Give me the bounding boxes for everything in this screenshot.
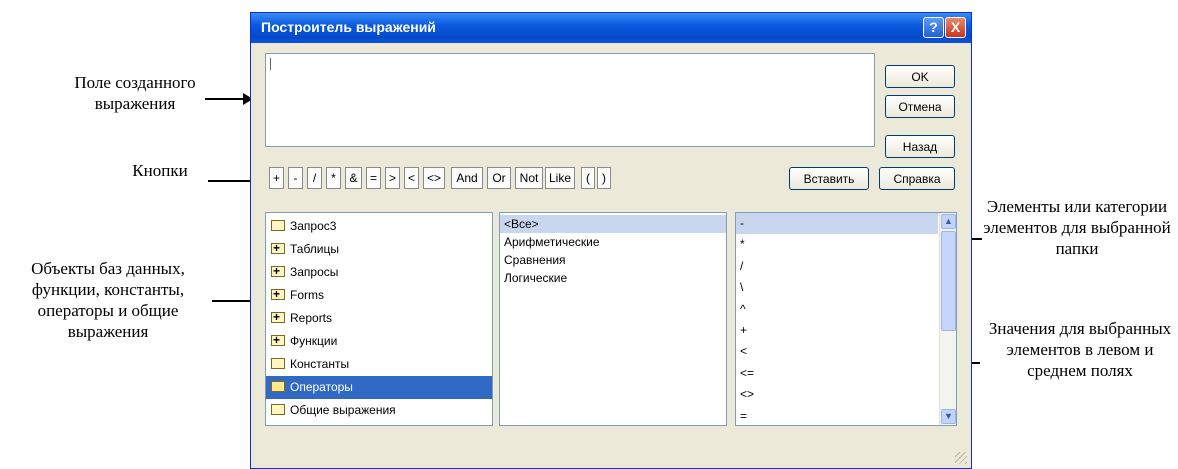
annotation-values: Значения для выбранных элементов в левом… <box>988 319 1172 380</box>
operator-button-or[interactable]: Or <box>487 167 511 189</box>
value-item[interactable]: + <box>736 320 938 341</box>
dialog-title: Построитель выражений <box>261 19 436 35</box>
title-bar[interactable]: Построитель выражений ? X <box>251 13 971 43</box>
arrow-expression-field <box>205 93 253 105</box>
values-list[interactable]: - * / \ ^ + < <= <> = > ▲ ▼ <box>735 212 957 426</box>
annotation-elements: Элементы или категории элементов для выб… <box>983 197 1171 258</box>
values-scrollbar[interactable]: ▲ ▼ <box>939 213 956 425</box>
value-item[interactable]: / <box>736 256 938 277</box>
scroll-thumb[interactable] <box>941 231 956 331</box>
objects-list[interactable]: Запрос3 Таблицы Запросы Forms Reports Фу… <box>265 212 493 426</box>
folder-item-constants[interactable]: Константы <box>266 353 492 376</box>
resize-grip-icon[interactable] <box>955 452 967 464</box>
operator-button-ampersand[interactable]: & <box>345 167 362 189</box>
help-button[interactable]: Справка <box>879 167 955 190</box>
operator-button-close-paren[interactable]: ) <box>597 167 611 189</box>
folder-item-common-expressions[interactable]: Общие выражения <box>266 399 492 422</box>
operator-button-plus[interactable]: + <box>269 167 284 189</box>
operator-button-like[interactable]: Like <box>545 167 575 189</box>
operator-button-less[interactable]: < <box>404 167 419 189</box>
insert-button[interactable]: Вставить <box>789 167 869 190</box>
value-item[interactable]: \ <box>736 277 938 298</box>
folder-icon <box>271 358 285 369</box>
operator-button-equals[interactable]: = <box>366 167 381 189</box>
category-item-comparison[interactable]: Сравнения <box>500 251 726 269</box>
value-item[interactable]: <> <box>736 384 938 405</box>
help-icon[interactable]: ? <box>923 17 944 38</box>
back-button[interactable]: Назад <box>885 135 955 158</box>
folder-item-operators[interactable]: Операторы <box>266 376 492 399</box>
operator-button-minus[interactable]: - <box>288 167 303 189</box>
operator-button-not-equal[interactable]: <> <box>423 167 445 189</box>
value-item[interactable]: <= <box>736 363 938 384</box>
category-item-arithmetic[interactable]: Арифметические <box>500 233 726 251</box>
scroll-up-icon[interactable]: ▲ <box>941 214 956 229</box>
expression-builder-dialog: Построитель выражений ? X OK Отмена Наза… <box>250 12 972 469</box>
text-caret <box>270 58 271 70</box>
folder-item-query3[interactable]: Запрос3 <box>266 215 492 238</box>
operator-button-greater[interactable]: > <box>385 167 400 189</box>
value-item[interactable]: < <box>736 341 938 362</box>
folder-item-reports[interactable]: Reports <box>266 306 492 330</box>
categories-list[interactable]: <Все> Арифметические Сравнения Логически… <box>499 212 727 426</box>
folder-item-functions[interactable]: Функции <box>266 329 492 353</box>
folder-plus-icon <box>271 260 285 283</box>
ok-button[interactable]: OK <box>885 65 955 88</box>
cancel-button[interactable]: Отмена <box>885 95 955 118</box>
expression-input[interactable] <box>265 53 875 147</box>
folder-icon <box>271 404 285 415</box>
value-item[interactable]: * <box>736 234 938 255</box>
operator-button-not[interactable]: Not <box>515 167 543 189</box>
close-icon[interactable]: X <box>945 17 966 38</box>
folder-plus-icon <box>271 237 285 260</box>
category-item-all[interactable]: <Все> <box>500 215 726 233</box>
value-item[interactable]: ^ <box>736 299 938 320</box>
value-item[interactable]: = <box>736 406 938 425</box>
folder-item-forms[interactable]: Forms <box>266 283 492 307</box>
folder-item-tables[interactable]: Таблицы <box>266 237 492 261</box>
folder-plus-icon <box>271 283 285 306</box>
operator-button-open-paren[interactable]: ( <box>581 167 595 189</box>
annotation-objects: Объекты баз данных, функции, константы, … <box>31 259 185 341</box>
value-item[interactable]: - <box>736 213 938 235</box>
scroll-down-icon[interactable]: ▼ <box>941 409 956 424</box>
folder-plus-icon <box>271 306 285 329</box>
operator-button-divide[interactable]: / <box>307 167 322 189</box>
annotation-buttons: Кнопки <box>132 161 188 180</box>
operator-button-multiply[interactable]: * <box>326 167 341 189</box>
folder-item-queries[interactable]: Запросы <box>266 260 492 284</box>
annotation-expression-field: Поле созданного выражения <box>74 73 196 113</box>
category-item-logical[interactable]: Логические <box>500 269 726 287</box>
folder-icon <box>271 220 285 231</box>
operator-button-and[interactable]: And <box>451 167 483 189</box>
folder-open-icon <box>271 381 285 392</box>
folder-plus-icon <box>271 329 285 352</box>
